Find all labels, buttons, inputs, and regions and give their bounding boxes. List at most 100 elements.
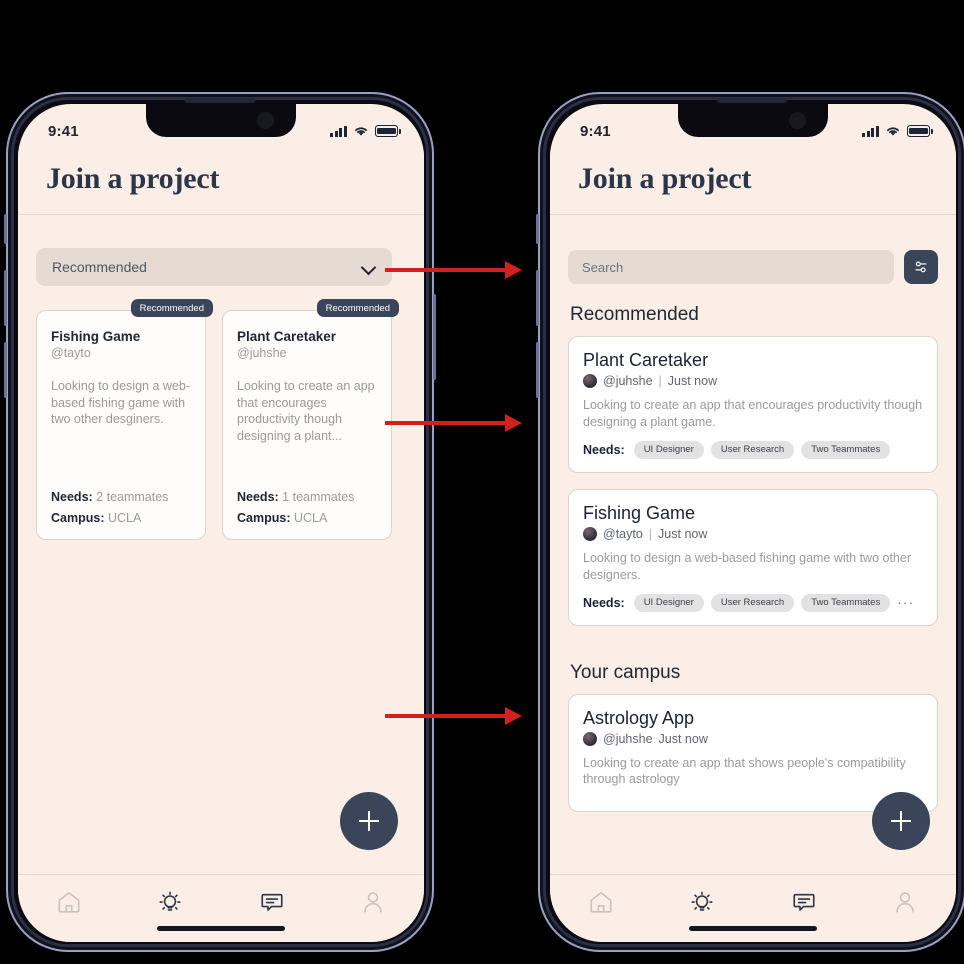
project-timestamp: Just now xyxy=(667,374,718,388)
arrow-empty-to-campus xyxy=(385,706,522,726)
project-byline: @juhshe Just now xyxy=(583,731,923,746)
canvas: 9:41 Join a project Recommended Recommen… xyxy=(0,0,964,964)
project-handle: @juhshe xyxy=(237,346,287,360)
silent-switch[interactable] xyxy=(536,214,539,244)
project-title: Plant Caretaker xyxy=(583,350,709,370)
needs-value: 1 teammates xyxy=(282,490,355,504)
status-icons xyxy=(330,125,401,137)
project-handle: @tayto xyxy=(51,346,91,360)
needs-label: Needs: xyxy=(51,490,93,504)
tab-ideas[interactable] xyxy=(672,889,732,915)
chat-bubble-icon xyxy=(793,893,815,911)
tab-bar-left xyxy=(18,874,424,942)
byline-separator: | xyxy=(648,526,653,541)
project-card-row: Recommended Fishing Game @tayto Looking … xyxy=(36,299,399,540)
page-title: Join a project xyxy=(578,162,752,195)
chat-bubble-icon xyxy=(261,893,283,911)
tab-profile[interactable] xyxy=(343,889,403,915)
earpiece-speaker xyxy=(717,98,787,103)
status-icons xyxy=(862,125,933,137)
search-input[interactable] xyxy=(582,259,880,275)
add-project-button[interactable] xyxy=(340,792,398,850)
home-icon xyxy=(590,891,612,913)
silent-switch[interactable] xyxy=(4,214,7,244)
section-title-recommended: Recommended xyxy=(570,304,699,325)
campus-value: UCLA xyxy=(107,511,142,525)
plus-icon xyxy=(891,811,911,831)
project-card[interactable]: Plant Caretaker @juhshe | Just now Looki… xyxy=(568,336,938,473)
search-row xyxy=(550,232,956,284)
wifi-icon xyxy=(887,127,899,136)
add-project-button[interactable] xyxy=(872,792,930,850)
lightbulb-icon xyxy=(691,891,713,911)
tab-messages[interactable] xyxy=(774,889,834,915)
plus-icon xyxy=(359,811,379,831)
notch xyxy=(146,104,296,137)
need-chip[interactable]: UI Designer xyxy=(633,440,704,459)
avatar xyxy=(583,731,597,746)
project-card[interactable]: Astrology App @juhshe Just now Looking t… xyxy=(568,693,938,813)
project-byline: @tayto | Just now xyxy=(583,526,923,541)
front-camera-icon xyxy=(257,112,274,129)
recommended-badge: Recommended xyxy=(130,299,213,317)
project-title: Astrology App xyxy=(583,707,695,728)
wifi-icon xyxy=(355,127,367,136)
tab-home[interactable] xyxy=(39,889,99,915)
need-chip[interactable]: User Research xyxy=(710,440,795,459)
needs-row: Needs: 1 teammates xyxy=(237,490,354,504)
project-description: Looking to create an app that encourages… xyxy=(583,398,923,429)
campus-value: UCLA xyxy=(293,511,328,525)
project-card[interactable]: Recommended Plant Caretaker @juhshe Look… xyxy=(222,299,399,540)
need-chip[interactable]: Two Teammates xyxy=(801,593,891,612)
project-card[interactable]: Recommended Fishing Game @tayto Looking … xyxy=(36,299,213,540)
more-needs-icon[interactable]: ··· xyxy=(897,595,915,610)
tab-ideas[interactable] xyxy=(140,889,200,915)
search-field[interactable] xyxy=(568,250,894,284)
project-description: Looking to design a web-based fishing ga… xyxy=(51,379,190,427)
needs-label: Needs: xyxy=(583,442,625,457)
tab-profile[interactable] xyxy=(875,889,935,915)
status-time: 9:41 xyxy=(580,122,611,140)
screen-left: 9:41 Join a project Recommended Recommen… xyxy=(18,104,424,942)
chevron-down-icon xyxy=(362,260,376,274)
tab-home[interactable] xyxy=(571,889,631,915)
battery-icon xyxy=(907,125,933,137)
project-description: Looking to create an app that encourages… xyxy=(237,379,375,443)
app-header-left: Join a project xyxy=(18,150,424,215)
phone-mockup-left: 9:41 Join a project Recommended Recommen… xyxy=(4,92,436,952)
arrow-dropdown-to-search xyxy=(385,260,522,280)
front-camera-icon xyxy=(789,112,806,129)
campus-row: Campus: UCLA xyxy=(51,511,168,525)
need-chip[interactable]: User Research xyxy=(710,593,795,612)
campus-label: Campus: xyxy=(237,511,291,525)
project-byline: @juhshe | Just now xyxy=(583,374,923,388)
need-chip[interactable]: Two Teammates xyxy=(801,440,891,459)
power-button[interactable] xyxy=(433,294,436,380)
byline-separator: | xyxy=(658,374,662,388)
volume-up-button[interactable] xyxy=(536,270,539,326)
earpiece-speaker xyxy=(185,98,255,103)
need-chip[interactable]: UI Designer xyxy=(633,593,704,612)
needs-row: Needs: UI Designer User Research Two Tea… xyxy=(583,440,923,459)
project-card[interactable]: Fishing Game @tayto | Just now Looking t… xyxy=(568,488,938,626)
project-handle: @juhshe xyxy=(603,731,653,746)
project-timestamp: Just now xyxy=(658,526,708,541)
recommended-badge: Recommended xyxy=(316,299,399,317)
filter-button[interactable] xyxy=(904,250,938,284)
sort-dropdown-label: Recommended xyxy=(52,259,147,275)
filter-sliders-icon xyxy=(915,261,927,273)
section-title-your-campus: Your campus xyxy=(570,661,681,683)
person-icon xyxy=(364,892,383,913)
needs-row: Needs: UI Designer User Research Two Tea… xyxy=(583,593,923,612)
project-handle: @juhshe xyxy=(603,374,653,388)
tab-messages[interactable] xyxy=(242,889,302,915)
app-header-right: Join a project xyxy=(550,150,956,215)
person-icon xyxy=(896,892,915,913)
volume-down-button[interactable] xyxy=(536,342,539,398)
volume-up-button[interactable] xyxy=(4,270,7,326)
tab-bar-right xyxy=(550,874,956,942)
sort-dropdown[interactable]: Recommended xyxy=(36,248,392,286)
home-indicator xyxy=(157,926,285,931)
volume-down-button[interactable] xyxy=(4,342,7,398)
screen-right: 9:41 Join a project Search Recommended P… xyxy=(550,104,956,942)
